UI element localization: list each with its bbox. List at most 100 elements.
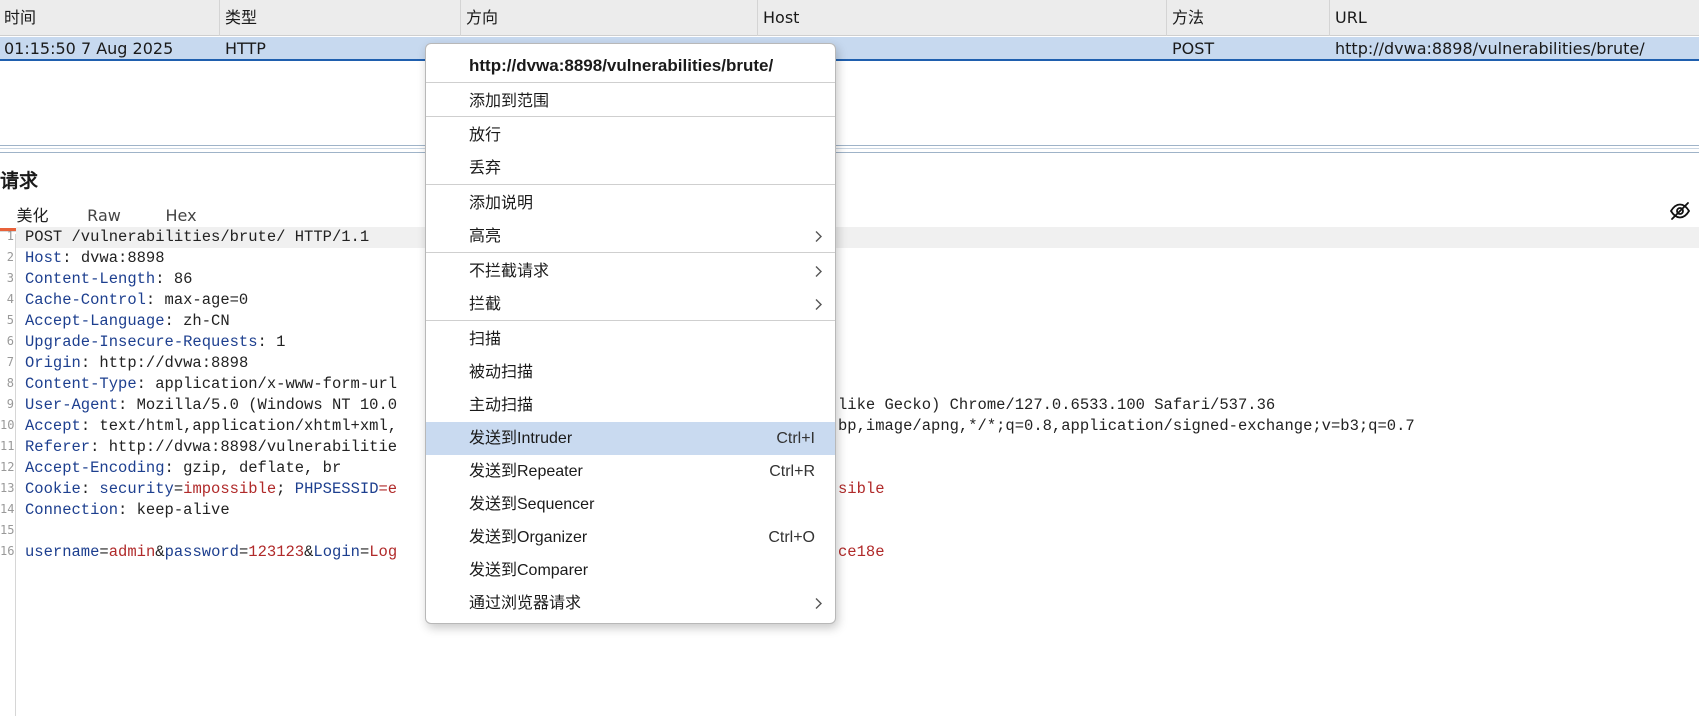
col-header-url[interactable]: URL xyxy=(1331,0,1699,36)
header-value-continued: like Gecko) Chrome/127.0.6533.100 Safari… xyxy=(838,396,1276,414)
param-eq: = xyxy=(238,543,249,561)
header-line-connection: Connection: keep-alive xyxy=(25,500,230,521)
menu-separator xyxy=(426,184,835,185)
col-header-host[interactable]: Host xyxy=(759,0,1167,36)
line-number: 2 xyxy=(6,250,14,264)
menu-separator xyxy=(426,320,835,321)
header-value: : dvwa:8898 xyxy=(62,249,165,267)
col-header-direction[interactable]: 方向 xyxy=(462,0,758,36)
request-line: POST /vulnerabilities/brute/ HTTP/1.1 xyxy=(16,227,1699,248)
header-key: Referer xyxy=(25,438,91,456)
param-eq: = xyxy=(99,543,109,561)
menu-item-send-to-intruder[interactable]: 发送到Intruder Ctrl+I xyxy=(426,422,835,455)
header-value: : http://dvwa:8898 xyxy=(80,354,249,372)
menu-item-shortcut: Ctrl+O xyxy=(768,529,815,546)
chevron-right-icon xyxy=(815,299,822,310)
header-value: : keep-alive xyxy=(118,501,230,519)
table-row[interactable]: 01:15:50 7 Aug 2025 HTTP POST http://dvw… xyxy=(0,37,1699,61)
line-number-gutter: 1 2 3 4 5 6 7 8 9 10 11 12 13 14 15 16 xyxy=(0,229,16,716)
col-header-method[interactable]: 方法 xyxy=(1168,0,1330,36)
header-value-continued: bp,image/apng,*/*;q=0.8,application/sign… xyxy=(838,417,1415,435)
col-header-type[interactable]: 类型 xyxy=(221,0,461,36)
history-table-header: 时间 类型 方向 Host 方法 URL xyxy=(0,0,1699,36)
menu-item-request-in-browser[interactable]: 通过浏览器请求 xyxy=(426,587,835,620)
cookie-name: PHPSESSID xyxy=(294,480,379,498)
menu-item-send-to-repeater[interactable]: 发送到Repeater Ctrl+R xyxy=(426,455,835,488)
menu-header-url: http://dvwa:8898/vulnerabilities/brute/ xyxy=(469,56,774,75)
line-number: 13 xyxy=(0,481,14,495)
param-value-continued: ce18e xyxy=(838,543,885,561)
line-number: 14 xyxy=(0,502,14,516)
line-number: 4 xyxy=(6,292,14,306)
cell-method: POST xyxy=(1172,39,1215,58)
menu-item-passive-scan[interactable]: 被动扫描 xyxy=(426,356,835,389)
header-line-origin: Origin: http://dvwa:8898 xyxy=(25,353,248,374)
request-editor[interactable]: 1 2 3 4 5 6 7 8 9 10 11 12 13 14 15 16 P… xyxy=(0,227,1699,716)
request-body: username=admin&password=123123&Login=Log xyxy=(25,542,397,563)
header-key: Cache-Control xyxy=(25,291,146,309)
col-header-time[interactable]: 时间 xyxy=(0,0,220,36)
chevron-right-icon xyxy=(815,231,822,242)
header-line-referer: Referer: http://dvwa:8898/vulnerabilitie xyxy=(25,437,397,458)
menu-item-label: 拦截 xyxy=(469,296,502,313)
line-number: 16 xyxy=(0,544,14,558)
menu-separator xyxy=(426,252,835,253)
menu-item-label: 通过浏览器请求 xyxy=(469,595,582,612)
cookie-value: impossible xyxy=(183,480,277,498)
line-number: 6 xyxy=(6,334,14,348)
header-value: : zh-CN xyxy=(164,312,230,330)
header-line-accept-encoding: Accept-Encoding: gzip, deflate, br xyxy=(25,458,341,479)
menu-item-label: 发送到Intruder xyxy=(469,430,573,447)
pane-splitter[interactable] xyxy=(0,145,1699,153)
line-number: 3 xyxy=(6,271,14,285)
param-value: admin xyxy=(108,543,156,561)
menu-separator xyxy=(426,82,835,83)
menu-item-highlight[interactable]: 高亮 xyxy=(426,220,835,253)
header-key: Origin xyxy=(25,354,81,372)
header-value: : text/html,application/xhtml+xml, xyxy=(80,417,398,435)
eye-off-icon[interactable] xyxy=(1669,200,1691,222)
header-line-host: Host: dvwa:8898 xyxy=(25,248,165,269)
menu-item-send-to-organizer[interactable]: 发送到Organizer Ctrl+O xyxy=(426,521,835,554)
request-panel-title: 请求 xyxy=(0,170,39,192)
header-line-accept: Accept: text/html,application/xhtml+xml, xyxy=(25,416,397,437)
cookie-sep: : xyxy=(80,480,100,498)
chevron-right-icon xyxy=(815,598,822,609)
line-number: 9 xyxy=(6,397,14,411)
header-key: Connection xyxy=(25,501,119,519)
cookie-value-continued: sible xyxy=(838,480,885,498)
cookie-sep: ; xyxy=(276,480,295,498)
chevron-right-icon xyxy=(815,266,822,277)
menu-item-label: 发送到Organizer xyxy=(469,529,588,546)
param-name: Login xyxy=(313,543,360,561)
header-value: : Mozilla/5.0 (Windows NT 10.0 xyxy=(118,396,398,414)
header-value: : 1 xyxy=(257,333,286,351)
menu-item-send-to-comparer[interactable]: 发送到Comparer xyxy=(426,554,835,587)
menu-item-forward[interactable]: 放行 xyxy=(426,119,835,152)
header-key: Accept-Encoding xyxy=(25,459,165,477)
menu-item-drop[interactable]: 丢弃 xyxy=(426,152,835,185)
header-line-cache-control: Cache-Control: max-age=0 xyxy=(25,290,248,311)
menu-item-add-to-scope[interactable]: 添加到范围 xyxy=(426,85,835,118)
line-number: 11 xyxy=(0,439,14,453)
header-key: User-Agent xyxy=(25,396,119,414)
header-line-content-length: Content-Length: 86 xyxy=(25,269,192,290)
menu-item-shortcut: Ctrl+R xyxy=(769,463,815,480)
param-amp: & xyxy=(155,543,165,561)
menu-item-scan[interactable]: 扫描 xyxy=(426,323,835,356)
menu-item-dont-intercept[interactable]: 不拦截请求 xyxy=(426,255,835,288)
menu-item-label: 发送到Repeater xyxy=(469,463,583,480)
line-number: 7 xyxy=(6,355,14,369)
menu-item-send-to-sequencer[interactable]: 发送到Sequencer xyxy=(426,488,835,521)
menu-item-intercept[interactable]: 拦截 xyxy=(426,288,835,321)
param-name: username xyxy=(25,543,100,561)
menu-item-label: 高亮 xyxy=(469,228,502,245)
header-key: Content-Length xyxy=(25,270,156,288)
line-number: 10 xyxy=(0,418,14,432)
header-key: Upgrade-Insecure-Requests xyxy=(25,333,258,351)
header-key: Cookie xyxy=(25,480,81,498)
menu-item-active-scan[interactable]: 主动扫描 xyxy=(426,389,835,422)
line-number: 15 xyxy=(0,523,14,537)
menu-item-add-comment[interactable]: 添加说明 xyxy=(426,187,835,220)
header-value: : application/x-www-form-url xyxy=(136,375,398,393)
